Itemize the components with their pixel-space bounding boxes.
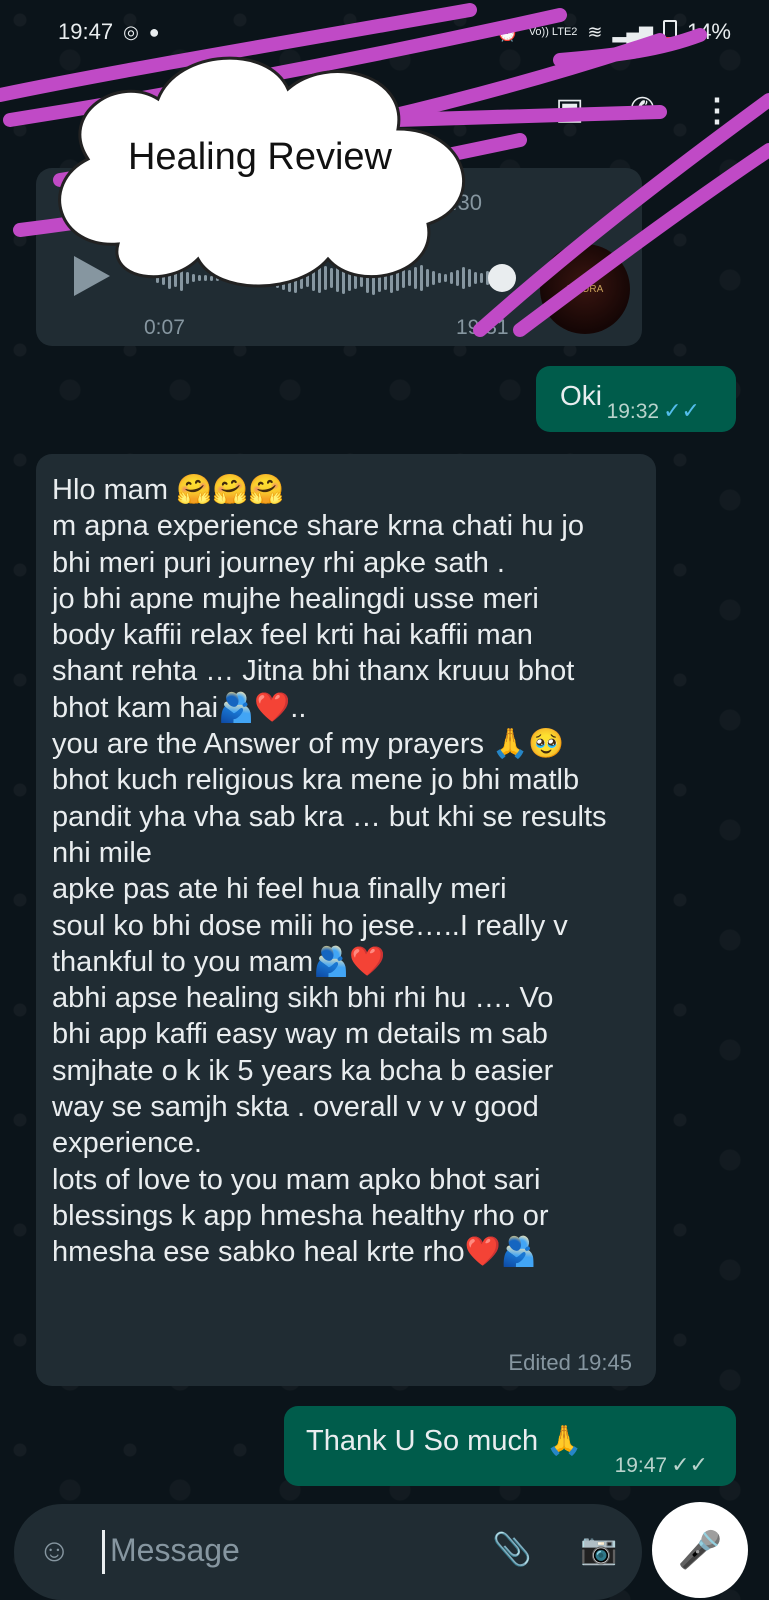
message-time: 19:32	[606, 400, 660, 423]
message-time: 19:45	[576, 1350, 632, 1375]
message-line: soul ko bhi dose mili ho jese…..I really…	[52, 909, 568, 942]
avatar-logo-text: IVAURA	[566, 283, 604, 295]
alarm-icon: ⏰	[496, 21, 519, 42]
wifi-icon: ≋	[587, 21, 603, 42]
call-icon[interactable]: ✆	[630, 92, 655, 127]
voice-sent-time: 19:31	[456, 316, 509, 339]
message-line: way se samjh skta . overall v v v good	[52, 1091, 539, 1124]
more-options-icon[interactable]: ⋮	[701, 94, 733, 126]
voice-duration: 0:07	[144, 316, 185, 339]
message-line: pandit yha vha sab kra … but khi se resu…	[52, 800, 607, 833]
message-line: bhi meri puri journey rhi apke sath .	[52, 546, 505, 579]
message-line: apke pas ate hi feel hua finally meri	[52, 873, 507, 906]
sender-avatar: IVAURA	[540, 244, 630, 334]
message-composer[interactable]: ☺ Message 📎 📷	[14, 1504, 642, 1600]
message-line: m apna experience share krna chati hu jo	[52, 510, 584, 543]
message-line: jo bhi apne mujhe healingdi usse meri	[52, 582, 539, 615]
message-line: smjhate o k ik 5 years ka bcha b easier	[52, 1054, 554, 1087]
camera-icon[interactable]: 📷	[580, 1532, 617, 1567]
message-line: you are the Answer of my prayers 🙏🥹	[52, 728, 565, 761]
message-input[interactable]: Message	[110, 1532, 240, 1569]
message-text: Oki	[560, 380, 602, 411]
delivered-receipt-icon: ✓✓	[671, 1452, 708, 1477]
battery-percent: 14%	[686, 19, 731, 44]
message-line: bhot kuch religious kra mene jo bhi matl…	[52, 764, 580, 797]
cloud-title: Healing Review	[127, 136, 392, 178]
read-receipt-icon: ✓✓	[663, 398, 700, 423]
message-line: lots of love to you mam apko bhot sari	[52, 1163, 541, 1196]
message-meta: 19:47 ✓✓	[615, 1452, 708, 1478]
message-line: hmesha ese sabko heal krte rho❤️🫂	[52, 1236, 537, 1269]
message-line: abhi apse healing sikh bhi rhi hu …. Vo	[52, 982, 554, 1015]
playback-knob[interactable]	[488, 264, 516, 292]
message-line: thankful to you mam🫂❤️	[52, 945, 386, 978]
edited-label: Edited	[508, 1350, 571, 1375]
outgoing-message[interactable]: Oki 19:32 ✓✓	[536, 366, 736, 432]
message-line: shant rehta … Jitna bhi thanx kruuu bhot	[52, 655, 575, 688]
message-time: 19:47	[614, 1454, 668, 1477]
message-line: body kaffii relax feel krti hai kaffii m…	[52, 619, 533, 652]
chat-header-actions: ▣ ✆ ⋮	[556, 92, 734, 127]
attach-icon[interactable]: 📎	[492, 1530, 532, 1568]
signal-icon: ▂▄▆	[612, 21, 653, 42]
message-meta: Edited 19:45	[508, 1350, 632, 1376]
text-cursor	[102, 1530, 105, 1574]
message-meta: 19:32 ✓✓	[607, 398, 700, 424]
sticker-icon[interactable]: ☺	[38, 1532, 71, 1569]
battery-icon	[662, 20, 677, 44]
message-line: blessings k app hmesha healthy rho or	[52, 1199, 549, 1232]
voice-record-button[interactable]: 🎤	[652, 1502, 748, 1598]
message-line: bhot kam hai🫂❤️..	[52, 691, 307, 724]
message-line: Hlo mam 🤗🤗🤗	[52, 474, 285, 506]
incoming-message[interactable]: Hlo mam 🤗🤗🤗 m apna experience share krna …	[36, 454, 656, 1386]
message-text: Thank U So much 🙏	[306, 1425, 583, 1457]
outgoing-message[interactable]: Thank U So much 🙏 19:47 ✓✓	[284, 1406, 736, 1486]
network-label: Vo)) LTE2	[528, 26, 578, 38]
message-line: experience.	[52, 1127, 202, 1160]
contact-card-icon[interactable]: ▣	[556, 92, 584, 127]
message-body: Hlo mam 🤗🤗🤗 m apna experience share krna …	[52, 472, 646, 1271]
message-line: nhi mile	[52, 836, 152, 869]
mic-icon: 🎤	[677, 1529, 723, 1570]
message-line: bhi app kaffi easy way m details m sab	[52, 1018, 548, 1051]
